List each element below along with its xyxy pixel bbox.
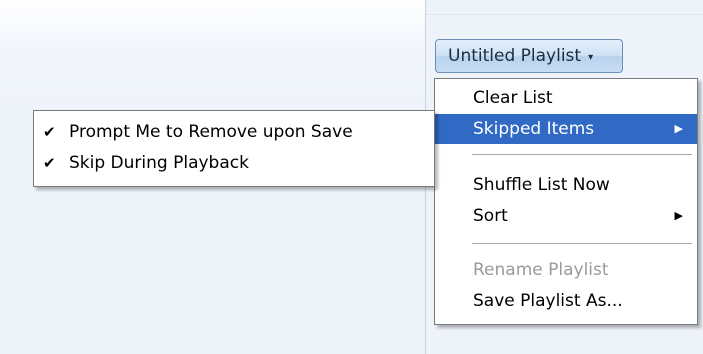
menu-item-clear-list[interactable]: Clear List <box>435 83 697 113</box>
caret-down-icon: ▾ <box>588 51 594 63</box>
menu-separator <box>472 154 692 155</box>
menu-item-skipped-items[interactable]: Skipped Items ▶ <box>435 114 697 144</box>
skipped-items-submenu: ✔ Prompt Me to Remove upon Save ✔ Skip D… <box>33 110 435 187</box>
pane-header-divider <box>426 14 703 15</box>
submenu-item-skip-during-playback[interactable]: ✔ Skip During Playback <box>34 149 434 177</box>
menu-item-label: Sort <box>473 206 508 226</box>
submenu-item-prompt-remove-on-save[interactable]: ✔ Prompt Me to Remove upon Save <box>34 118 434 146</box>
menu-item-label: Clear List <box>473 88 553 108</box>
submenu-item-label: Skip During Playback <box>69 153 249 173</box>
menu-item-sort[interactable]: Sort ▶ <box>435 201 697 231</box>
playlist-dropdown-button[interactable]: Untitled Playlist ▾ <box>435 39 623 73</box>
menu-item-shuffle-list-now[interactable]: Shuffle List Now <box>435 170 697 200</box>
checkmark-icon: ✔ <box>43 154 56 172</box>
checkmark-icon: ✔ <box>43 123 56 141</box>
menu-item-label: Rename Playlist <box>473 260 609 280</box>
playlist-menu: Clear List Skipped Items ▶ Shuffle List … <box>434 78 698 325</box>
menu-item-label: Shuffle List Now <box>473 175 610 195</box>
menu-item-save-playlist-as[interactable]: Save Playlist As... <box>435 286 697 316</box>
menu-item-label: Save Playlist As... <box>473 291 623 311</box>
menu-separator <box>472 243 692 244</box>
submenu-arrow-icon: ▶ <box>674 209 683 222</box>
submenu-arrow-icon: ▶ <box>674 122 683 135</box>
menu-item-rename-playlist: Rename Playlist <box>435 255 697 285</box>
playlist-name: Untitled Playlist <box>448 46 582 66</box>
submenu-item-label: Prompt Me to Remove upon Save <box>69 122 353 142</box>
menu-item-label: Skipped Items <box>473 119 595 139</box>
